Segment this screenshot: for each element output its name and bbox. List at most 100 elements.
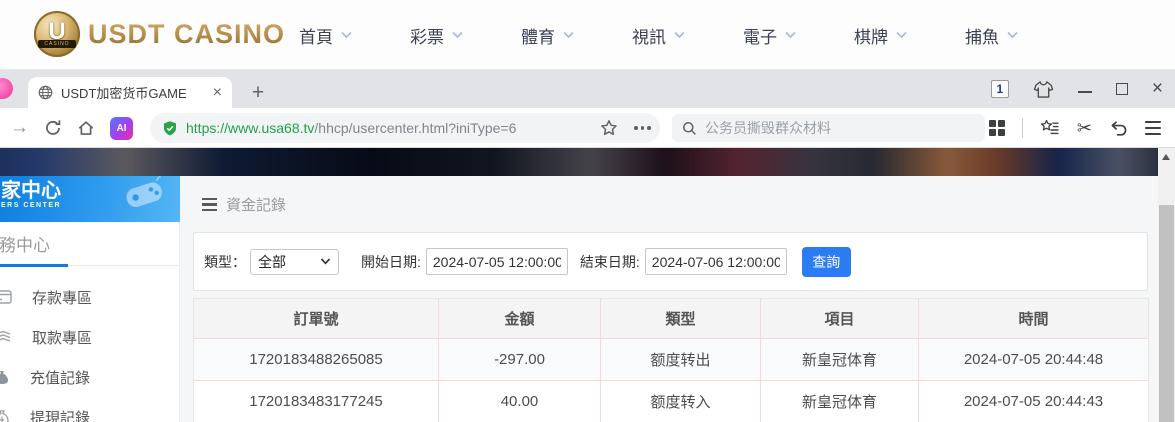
page-scrollbar[interactable]: [1158, 148, 1175, 422]
cell-item: 新皇冠体育: [760, 338, 919, 381]
tab-title: USDT加密货币GAME: [61, 86, 187, 101]
tab-count-badge[interactable]: 1: [990, 80, 1009, 98]
table-header-type: 類型: [600, 298, 761, 339]
start-date-input[interactable]: [425, 248, 568, 275]
browser-tab-bar: USDT加密货币GAME × + 1 ×: [0, 70, 1175, 108]
table-header-row: 訂單號 金額 類型 項目 時間: [193, 298, 1149, 339]
nav-item-label: 電子: [743, 27, 777, 47]
url-field[interactable]: https://www.usa68.tv/hhcp/usercenter.htm…: [150, 113, 660, 143]
nav-item-label: 視訊: [632, 27, 666, 47]
page-content: 家中心 ERS CENTER 務中心 存款專區 取款專區 充值記錄 提現記錄 資…: [0, 176, 1158, 422]
more-options-icon[interactable]: [634, 108, 651, 148]
toolbar-divider: [1021, 118, 1023, 138]
screenshot-scissors-icon[interactable]: ✂: [1077, 118, 1092, 139]
window-close-button[interactable]: ×: [1152, 79, 1163, 98]
nav-button-group: → AI: [10, 108, 133, 148]
bank-card-icon: [0, 290, 12, 304]
page-title: 資金記錄: [226, 197, 287, 214]
nav-item-chess[interactable]: 棋牌: [854, 23, 908, 48]
url-text: https://www.usa68.tv/hhcp/usercenter.htm…: [186, 120, 516, 136]
scroll-up-arrow-icon[interactable]: [1162, 154, 1170, 160]
cell-type: 额度转入: [600, 380, 761, 422]
nav-item-sports[interactable]: 體育: [521, 23, 575, 48]
panel-header: 資金記錄: [202, 194, 286, 215]
browser-menu-icon[interactable]: [1145, 120, 1161, 136]
maximize-button[interactable]: [1115, 83, 1128, 95]
security-shield-icon[interactable]: [162, 120, 178, 137]
sidebar: 家中心 ERS CENTER 務中心 存款專區 取款專區 充值記錄 提現記錄: [0, 176, 180, 422]
cash-stack-icon: [0, 330, 11, 342]
table-header-time: 時間: [918, 298, 1149, 339]
page-banner-image: [0, 148, 1158, 176]
sidebar-item-withdraw-records[interactable]: 提現記錄: [0, 397, 179, 422]
sidebar-item-label: 充值記錄: [30, 369, 91, 387]
search-placeholder: 公务员撕毁群众材料: [705, 120, 831, 136]
chevron-down-icon: [896, 31, 907, 39]
cell-time: 2024-07-05 20:44:43: [918, 380, 1149, 422]
undo-arrow-icon[interactable]: [1109, 120, 1128, 137]
sidebar-item-recharge-records[interactable]: 充值記錄: [0, 357, 179, 397]
table-header-order-no: 訂單號: [193, 298, 439, 339]
casino-logo-icon: U CASINO: [34, 11, 80, 57]
money-bag-icon: [0, 370, 8, 384]
sidebar-item-withdraw-zone[interactable]: 取款專區: [0, 317, 179, 357]
reload-icon[interactable]: [44, 119, 62, 137]
table-header-item: 項目: [760, 298, 919, 339]
url-path-part: /hhcp/usercenter.html?iniType=6: [314, 120, 517, 136]
query-button[interactable]: 查詢: [801, 246, 851, 277]
chevron-down-icon: [341, 31, 352, 39]
cell-amount: 40.00: [438, 380, 601, 422]
theme-shirt-icon[interactable]: [1033, 80, 1054, 99]
start-date-label: 開始日期:: [361, 253, 421, 270]
banner-blur-art: [0, 148, 1158, 176]
chevron-down-icon: [674, 31, 685, 39]
minimize-button[interactable]: [1077, 79, 1092, 93]
end-date-label: 結束日期:: [579, 253, 640, 270]
cell-order-no: 1720183483177245: [193, 380, 439, 422]
sidebar-tab-label: 務中心: [0, 236, 50, 255]
sidebar-menu: 存款專區 取款專區 充值記錄 提現記錄: [0, 266, 179, 422]
browser-tab[interactable]: USDT加密货币GAME ×: [28, 77, 232, 108]
sidebar-tab-finance-center[interactable]: 務中心: [0, 222, 179, 267]
nav-item-label: 棋牌: [854, 27, 888, 47]
site-header: U CASINO USDT CASINO 首頁 彩票 體育 視訊 電子 棋牌 捕…: [0, 0, 1175, 70]
scrollbar-thumb[interactable]: [1159, 205, 1174, 422]
home-icon[interactable]: [77, 119, 95, 137]
casino-logo[interactable]: U CASINO USDT CASINO: [34, 11, 285, 57]
chevron-down-icon: [452, 31, 463, 39]
logo-text: USDT CASINO: [88, 18, 286, 49]
apps-grid-icon[interactable]: [988, 120, 1005, 136]
type-select[interactable]: 全部: [250, 248, 339, 275]
nav-item-label: 體育: [521, 27, 555, 47]
cell-amount: -297.00: [438, 338, 601, 381]
forward-icon[interactable]: →: [10, 117, 29, 139]
profile-dot-icon[interactable]: [0, 78, 13, 99]
end-date-input[interactable]: [644, 248, 787, 275]
funds-record-panel: 資金記錄 類型： 全部 開始日期: 結束日期: 查詢: [180, 176, 1158, 422]
cell-item: 新皇冠体育: [760, 380, 919, 422]
toolbar-icon-group: ✂: [988, 108, 1161, 148]
type-label: 類型：: [204, 253, 246, 270]
sidebar-item-label: 取款專區: [32, 329, 93, 347]
tab-close-icon[interactable]: ×: [211, 84, 224, 102]
browser-address-bar: → AI https://www.usa68.tv/hhcp/usercente…: [0, 108, 1175, 148]
bookmark-star-icon[interactable]: [600, 108, 618, 148]
screenshot-root: U CASINO USDT CASINO 首頁 彩票 體育 視訊 電子 棋牌 捕…: [0, 0, 1175, 422]
cell-type: 额度转出: [600, 338, 761, 381]
ai-assistant-icon[interactable]: AI: [110, 116, 133, 140]
new-tab-button[interactable]: +: [244, 77, 272, 108]
nav-item-fishing[interactable]: 捕魚: [965, 23, 1019, 48]
favorites-list-icon[interactable]: [1040, 119, 1060, 137]
nav-item-label: 彩票: [410, 27, 444, 47]
type-select-value: 全部: [258, 253, 286, 270]
nav-item-slots[interactable]: 電子: [743, 23, 797, 48]
nav-item-lottery[interactable]: 彩票: [410, 23, 464, 48]
nav-item-live-video[interactable]: 視訊: [632, 23, 686, 48]
sidebar-item-deposit-zone[interactable]: 存款專區: [0, 277, 179, 317]
withdraw-bag-icon: [0, 409, 9, 422]
nav-item-home[interactable]: 首頁: [299, 23, 353, 48]
browser-search-box[interactable]: 公务员撕毁群众材料: [672, 114, 985, 142]
cell-order-no: 1720183488265085: [193, 338, 439, 381]
globe-icon: [38, 85, 53, 100]
table-row: 1720183483177245 40.00 额度转入 新皇冠体育 2024-0…: [193, 380, 1149, 422]
